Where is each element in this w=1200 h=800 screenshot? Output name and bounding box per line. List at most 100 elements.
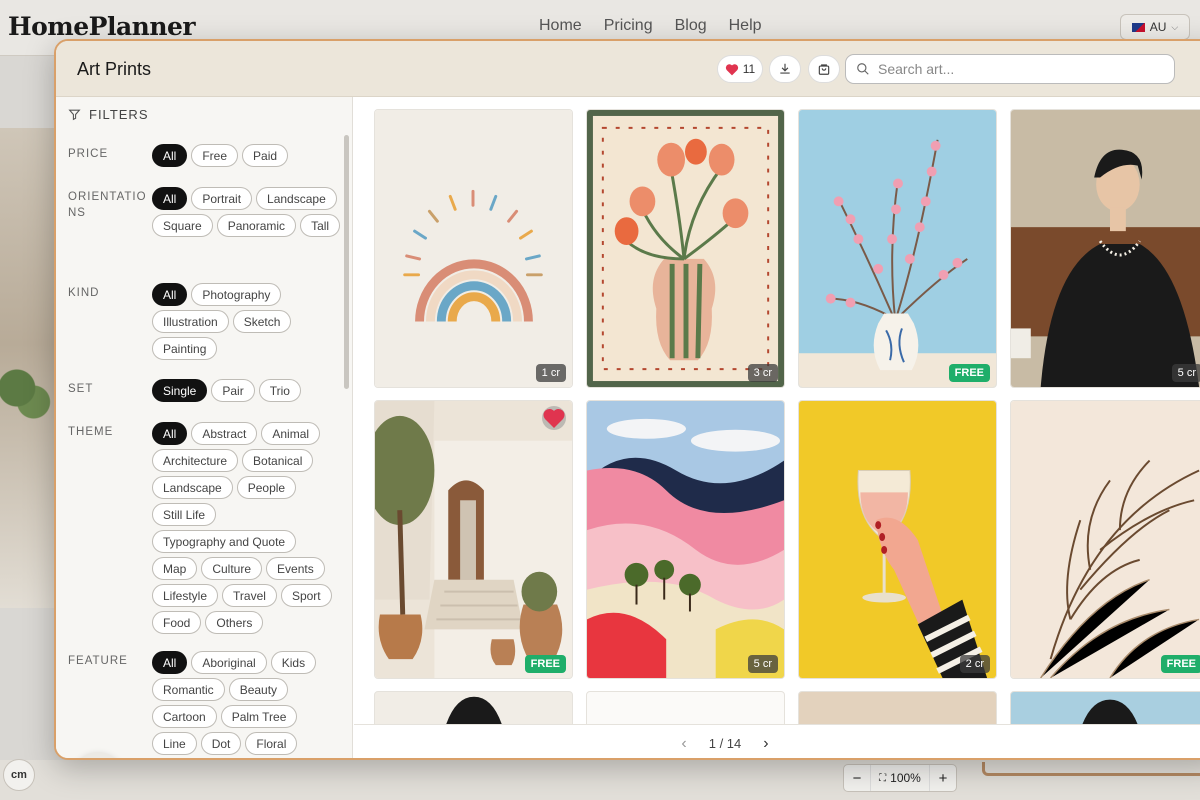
chip-theme-landscape[interactable]: Landscape <box>152 476 233 499</box>
art-card-rainbow[interactable]: 1 cr <box>374 109 573 388</box>
chip-theme-events[interactable]: Events <box>266 557 325 580</box>
art-card-wine-glass[interactable]: 2 cr <box>798 400 997 679</box>
wine-glass-artwork <box>799 401 996 678</box>
chip-orientation-all[interactable]: All <box>152 187 188 210</box>
chip-set-trio[interactable]: Trio <box>258 379 301 402</box>
download-button[interactable] <box>769 55 801 83</box>
search-box[interactable] <box>845 54 1175 84</box>
chip-orientation-tall[interactable]: Tall <box>300 214 341 237</box>
art-grid: 1 cr 3 cr FREE 5 cr FREE 5 cr 2 cr FREE <box>354 97 1200 724</box>
art-card-palm-leaves[interactable]: FREE <box>1010 400 1200 679</box>
chip-theme-others[interactable]: Others <box>205 611 264 634</box>
favorites-count: 11 <box>742 62 756 76</box>
filter-label: PRICE <box>68 148 109 160</box>
fit-icon: ⛶ <box>879 772 887 784</box>
art-card-woman-portrait[interactable]: 5 cr <box>1010 109 1200 388</box>
filter-chips: All Portrait Landscape Square Panoramic … <box>152 187 342 237</box>
favorite-toggle[interactable] <box>542 406 566 430</box>
chip-kind-photography[interactable]: Photography <box>191 283 282 306</box>
chip-feature-all[interactable]: All <box>152 651 188 674</box>
chip-feature-line[interactable]: Line <box>152 732 197 755</box>
pagination: ‹ 1 / 14 › <box>354 724 1200 758</box>
chip-price-free[interactable]: Free <box>191 144 239 167</box>
nav-pricing[interactable]: Pricing <box>604 17 653 35</box>
art-card-tulip-vase[interactable]: 3 cr <box>586 109 785 388</box>
australia-flag-icon <box>1131 22 1145 32</box>
chip-theme-culture[interactable]: Culture <box>201 557 263 580</box>
pink-hills-artwork <box>587 401 784 678</box>
chip-price-all[interactable]: All <box>152 144 188 167</box>
art-card-partial[interactable] <box>374 691 573 724</box>
art-card-cherry-blossom[interactable]: FREE <box>798 109 997 388</box>
search-icon <box>857 63 869 75</box>
floating-filter-button[interactable] <box>73 752 123 758</box>
zoom-in-button[interactable]: + <box>930 765 956 791</box>
chip-theme-sport[interactable]: Sport <box>280 584 332 607</box>
sidebar-scrollbar[interactable] <box>344 135 349 389</box>
chip-kind-illustration[interactable]: Illustration <box>152 310 229 333</box>
chip-feature-beauty[interactable]: Beauty <box>228 678 289 701</box>
locale-selector[interactable]: AU ⌵ <box>1120 14 1190 40</box>
price-badge: 5 cr <box>747 655 778 673</box>
palm-leaves-artwork <box>1011 401 1200 678</box>
nav-blog[interactable]: Blog <box>675 17 707 35</box>
background-plant <box>0 360 56 430</box>
chip-theme-all[interactable]: All <box>152 422 188 445</box>
art-card-partial[interactable] <box>586 691 785 724</box>
chip-price-paid[interactable]: Paid <box>242 144 289 167</box>
chip-feature-cartoon[interactable]: Cartoon <box>152 705 217 728</box>
background-frame <box>982 762 1200 776</box>
cherry-blossom-artwork <box>799 110 996 387</box>
chip-theme-abstract[interactable]: Abstract <box>191 422 258 445</box>
page-indicator: 1 / 14 <box>708 736 742 751</box>
art-card-pink-hills[interactable]: 5 cr <box>586 400 785 679</box>
chip-kind-all[interactable]: All <box>152 283 188 306</box>
zoom-value[interactable]: ⛶ 100% <box>870 765 930 791</box>
chip-orientation-landscape[interactable]: Landscape <box>256 187 337 210</box>
chip-set-single[interactable]: Single <box>152 379 208 402</box>
unit-label: cm <box>11 769 27 781</box>
chip-feature-palm-tree[interactable]: Palm Tree <box>220 705 298 728</box>
favorites-button[interactable]: 11 <box>717 55 763 83</box>
chip-kind-painting[interactable]: Painting <box>152 337 218 360</box>
nav-home[interactable]: Home <box>539 17 582 35</box>
prev-page-button[interactable]: ‹ <box>681 735 686 753</box>
zoom-out-button[interactable]: − <box>844 765 870 791</box>
cart-button[interactable] <box>808 55 840 83</box>
search-input[interactable] <box>878 61 1148 77</box>
chip-theme-architecture[interactable]: Architecture <box>152 449 239 472</box>
chip-theme-lifestyle[interactable]: Lifestyle <box>152 584 219 607</box>
chip-theme-still-life[interactable]: Still Life <box>152 503 217 526</box>
price-badge: 2 cr <box>959 655 990 673</box>
chip-theme-people[interactable]: People <box>236 476 297 499</box>
chip-theme-food[interactable]: Food <box>152 611 202 634</box>
chip-feature-floral[interactable]: Floral <box>245 732 298 755</box>
filter-label: FEATURE <box>68 655 128 667</box>
filters-header: FILTERS <box>68 107 149 122</box>
next-page-button[interactable]: › <box>763 735 768 753</box>
unit-toggle-button[interactable]: cm <box>3 759 35 791</box>
chip-orientation-square[interactable]: Square <box>152 214 213 237</box>
chip-orientation-panoramic[interactable]: Panoramic <box>216 214 297 237</box>
filters-title: FILTERS <box>89 107 149 122</box>
art-card-partial[interactable] <box>1010 691 1200 724</box>
chip-feature-dot[interactable]: Dot <box>200 732 242 755</box>
chip-theme-map[interactable]: Map <box>152 557 198 580</box>
chip-set-pair[interactable]: Pair <box>211 379 255 402</box>
site-logo[interactable]: HomePlanner <box>8 12 196 41</box>
chip-theme-animal[interactable]: Animal <box>261 422 321 445</box>
chip-feature-kids[interactable]: Kids <box>270 651 317 674</box>
chip-feature-romantic[interactable]: Romantic <box>152 678 225 701</box>
art-card-partial[interactable] <box>798 691 997 724</box>
chip-theme-botanical[interactable]: Botanical <box>242 449 314 472</box>
chip-kind-sketch[interactable]: Sketch <box>232 310 292 333</box>
chip-theme-travel[interactable]: Travel <box>222 584 277 607</box>
download-icon <box>780 63 790 74</box>
art-card-mediterranean-courtyard[interactable]: FREE <box>374 400 573 679</box>
chip-theme-typography-quote[interactable]: Typography and Quote <box>152 530 297 553</box>
filters-sidebar: FILTERS PRICE All Free Paid ORIENTATIO N… <box>56 97 353 758</box>
nav-help[interactable]: Help <box>729 17 762 35</box>
filter-chips: Single Pair Trio <box>152 379 342 402</box>
chip-feature-aboriginal[interactable]: Aboriginal <box>191 651 267 674</box>
chip-orientation-portrait[interactable]: Portrait <box>191 187 253 210</box>
